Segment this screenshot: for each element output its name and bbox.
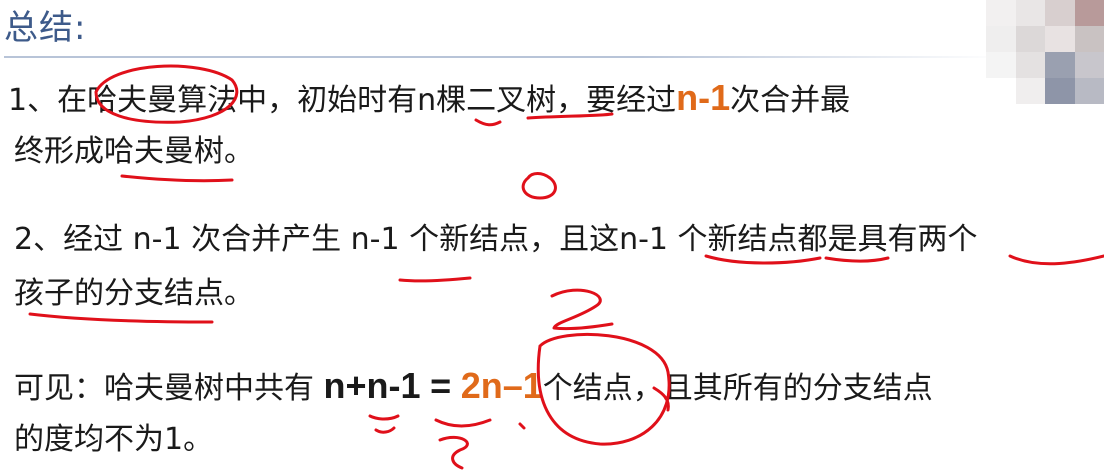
ink-mark-n xyxy=(374,426,396,434)
ink-circle-huffman-algo xyxy=(94,64,239,124)
ink-underline-two-children xyxy=(1008,254,1104,266)
ink-underline-n xyxy=(474,118,502,127)
ink-circle-2n-1 xyxy=(536,332,671,446)
ink-scribble-bottom xyxy=(438,435,469,470)
ink-underline-n-small xyxy=(368,414,400,421)
ink-scribble-2 xyxy=(550,288,614,330)
ink-underline-new-node xyxy=(824,256,890,263)
ink-small-circle xyxy=(521,172,557,200)
ink-underline-children xyxy=(28,312,214,324)
ink-dot-equals xyxy=(518,422,526,430)
ink-underline-n-1 xyxy=(704,254,822,265)
slide: 总结: 1、在哈夫曼算法中，初始时有n棵二叉树，要经过n-1次合并最 终形成哈夫… xyxy=(0,0,1104,472)
ink-underline-binary-tree xyxy=(526,112,614,120)
ink-underline-nodes-count xyxy=(398,276,472,283)
ink-underline-huffman-tree xyxy=(120,174,234,183)
ink-underline-n-1-expr xyxy=(434,418,492,428)
handwritten-annotations xyxy=(28,64,1104,470)
